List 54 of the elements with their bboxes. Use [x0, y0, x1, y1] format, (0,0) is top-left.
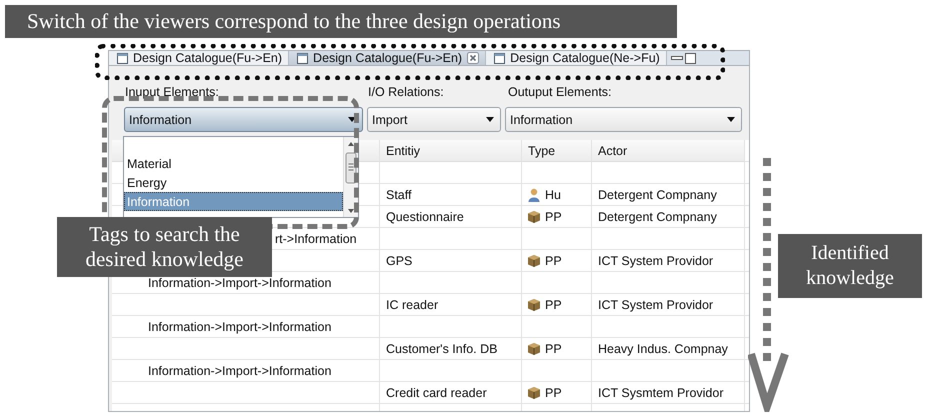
table-cell-text: Credit card reader [385, 385, 488, 402]
minimize-icon[interactable] [670, 53, 683, 63]
column-header[interactable]: Actor [592, 140, 745, 162]
caret-icon [727, 117, 735, 122]
box-icon [527, 254, 541, 268]
table-cell-text: Customer's Info. DB [385, 341, 498, 358]
tab[interactable]: Design Catalogue(Ne->Fu) [486, 51, 667, 65]
caret-icon [486, 117, 494, 122]
dropdown[interactable]: Information [124, 107, 363, 132]
table-cell: PP [522, 382, 592, 404]
table-cell-text: IC reader [385, 297, 440, 314]
dropdown[interactable]: Import [367, 107, 501, 132]
table-cell-text: Detergent Compnany [597, 187, 718, 204]
table-cell: PP [522, 250, 592, 272]
window-icon [494, 52, 506, 64]
dropdown[interactable]: Information [505, 107, 742, 132]
table-cell-text: Heavy Indus. Compnay [597, 341, 729, 358]
table-cell: PP [522, 206, 592, 228]
table-cell-text: Detergent Compnany [597, 209, 718, 226]
box-icon [527, 386, 541, 400]
table-cell-text: GPS [385, 253, 414, 270]
box-icon [527, 298, 541, 312]
table-cell-text: ICT System Providor [597, 297, 714, 314]
table-cell-text: Information->Import->Information [147, 363, 332, 380]
table-cell-text: ICT Sysmtem Providor [597, 385, 724, 402]
tab[interactable]: Design Catalogue(Fu->En) [109, 51, 290, 65]
column-header[interactable]: Entitiy [380, 140, 522, 162]
table-cell-text: rt->Information [275, 231, 358, 248]
window-icon [297, 52, 308, 64]
table-cell-text: Staff [385, 187, 412, 204]
table-cell-text: Information->Import->Information [147, 319, 332, 336]
table-cell-text: Information->Import->Information [147, 275, 332, 292]
field-label: Inuput Elements: [125, 85, 220, 99]
table-cell: PP [522, 338, 592, 360]
caret-icon [348, 117, 356, 122]
box-icon [527, 342, 541, 356]
field-label: I/O Relations: [368, 85, 445, 99]
maximize-icon[interactable] [684, 52, 696, 64]
table-cell-text: Questionnaire [385, 209, 465, 226]
window-icon [117, 52, 128, 64]
person-icon [527, 188, 541, 202]
close-icon[interactable] [467, 52, 480, 64]
column-header[interactable]: Type [522, 140, 592, 162]
box-icon [527, 210, 541, 224]
tab[interactable]: Design Catalogue(Fu->En) [289, 51, 486, 65]
callout-label: Tags to search the desired knowledge [57, 217, 272, 277]
field-label: Outuput Elements: [508, 85, 613, 99]
caption-label: Switch of the viewers correspond to the three design operations [5, 5, 677, 38]
table-cell: Hu [522, 184, 592, 206]
table-cell: PP [522, 294, 592, 316]
table-cell-text: ICT System Providor [597, 253, 714, 270]
list-item[interactable]: Material [124, 154, 343, 173]
callout-label: Identified knowledge [778, 234, 922, 298]
list-item[interactable]: Energy [124, 173, 343, 192]
